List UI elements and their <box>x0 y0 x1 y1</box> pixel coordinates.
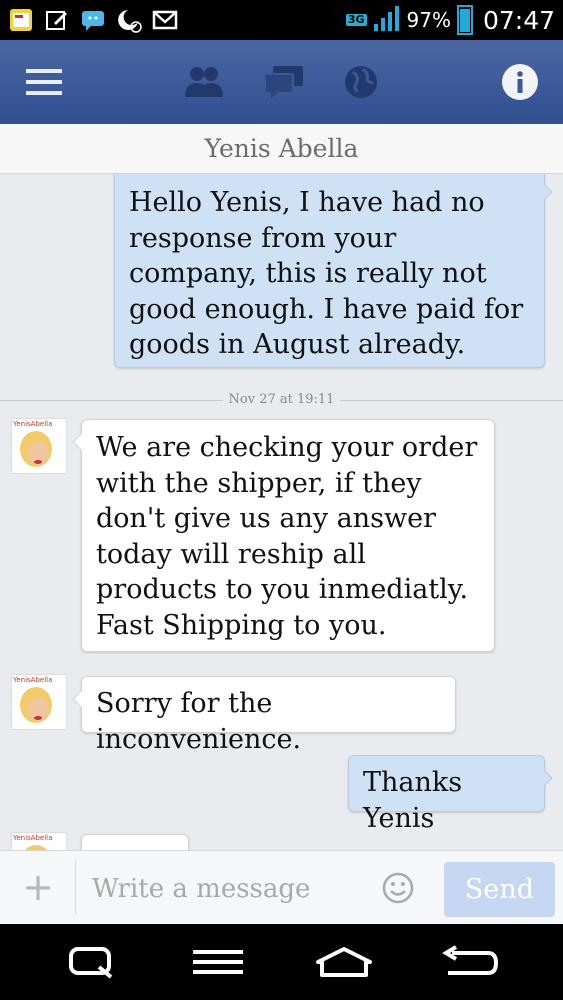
message-composer: + Send <box>0 850 563 924</box>
friend-requests-icon[interactable] <box>178 40 230 124</box>
back-icon[interactable] <box>438 938 502 986</box>
timestamp: Nov 27 at 19:11 <box>222 392 341 407</box>
message-text: Sorry for the inconvenience. <box>96 688 302 755</box>
alarm-moon-icon <box>116 7 142 33</box>
home-icon[interactable] <box>312 938 376 986</box>
battery-icon <box>456 5 473 35</box>
incoming-message: Sorry for the inconvenience. <box>81 676 456 755</box>
signal-icon <box>373 4 401 36</box>
recent-apps-icon[interactable] <box>60 938 124 986</box>
messages-icon[interactable] <box>258 40 310 124</box>
messenger-icon <box>80 7 106 33</box>
avatar[interactable]: YenisAbella <box>11 832 67 850</box>
send-button[interactable]: Send <box>444 862 555 917</box>
notifications-globe-icon[interactable] <box>336 40 386 124</box>
avatar[interactable]: YenisAbella <box>11 418 67 474</box>
avatar[interactable]: YenisAbella <box>11 674 67 730</box>
contact-name: Yenis Abella <box>204 134 359 163</box>
gmail-icon <box>152 7 178 33</box>
conversation-header: Yenis Abella <box>0 124 563 174</box>
add-attachment-icon[interactable]: + <box>18 867 58 907</box>
network-type: 3G <box>345 13 367 26</box>
info-icon[interactable] <box>495 40 545 124</box>
battery-percent: 97% <box>406 8 451 32</box>
menu-icon-system[interactable] <box>186 938 250 986</box>
message-text: Hello Yenis, I have had no response from… <box>129 187 524 360</box>
top-nav-bar <box>0 40 563 124</box>
menu-icon[interactable] <box>14 40 74 124</box>
timestamp-separator: Nov 27 at 19:11 <box>0 392 563 408</box>
avatar-watermark: YenisAbella <box>13 420 53 428</box>
incoming-message-partial <box>81 834 189 850</box>
system-navigation-bar <box>0 924 563 1000</box>
emoji-icon[interactable] <box>382 872 414 904</box>
clock: 07:47 <box>482 5 555 35</box>
outgoing-message: Thanks Yenis <box>348 755 545 834</box>
status-bar: 3G 97% 07:47 <box>0 0 563 40</box>
edit-note-icon <box>44 7 70 33</box>
outgoing-message: Hello Yenis, I have had no response from… <box>114 174 545 368</box>
avatar-watermark: YenisAbella <box>13 676 53 684</box>
message-input[interactable] <box>92 867 372 911</box>
news-app-icon <box>8 7 34 33</box>
message-text: We are checking your order with the ship… <box>96 432 478 641</box>
avatar-watermark: YenisAbella <box>13 834 53 842</box>
composer-divider <box>75 859 76 915</box>
message-thread[interactable]: Hello Yenis, I have had no response from… <box>0 174 563 850</box>
incoming-message: We are checking your order with the ship… <box>81 419 495 652</box>
message-text: Thanks Yenis <box>363 767 463 834</box>
